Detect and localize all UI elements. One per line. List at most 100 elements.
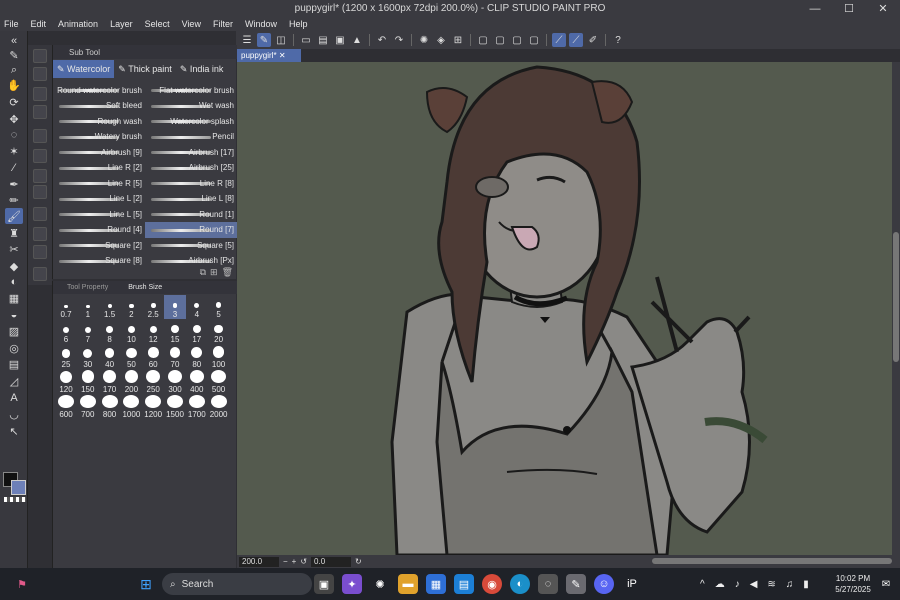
battery-icon[interactable]: ▮ (803, 579, 809, 590)
lasso-icon[interactable]: ◌ (5, 127, 23, 143)
menu-help[interactable]: Help (289, 19, 308, 29)
zoom-in-icon[interactable]: + (292, 557, 297, 566)
menu-select[interactable]: Select (145, 19, 170, 29)
ibis-paint-icon[interactable]: iP (622, 574, 642, 594)
menu-window[interactable]: Window (245, 19, 277, 29)
brush-item[interactable]: Round watercolor brush (53, 82, 145, 98)
volume-icon[interactable]: ♫ (786, 579, 794, 590)
brush-item[interactable]: Round [4] (53, 222, 145, 238)
copilot-icon[interactable]: ✦ (342, 574, 362, 594)
brush-size-option[interactable]: 1000 (120, 395, 142, 419)
panel-icon[interactable] (33, 227, 47, 241)
rotation-field[interactable]: 0.0 (311, 556, 352, 567)
add-subtool-icon[interactable]: ⊞ (210, 267, 218, 279)
decoration-icon[interactable]: ✂ (5, 241, 23, 257)
correct-line-icon[interactable]: ↖ (5, 423, 23, 439)
brush-size-option[interactable]: 1.5 (99, 295, 121, 319)
brush-size-option[interactable]: 1500 (164, 395, 186, 419)
figure-icon[interactable]: ◎ (5, 340, 23, 356)
brush-size-option[interactable]: 1200 (142, 395, 164, 419)
panel-icon[interactable] (33, 185, 47, 199)
brush-size-option[interactable]: 15 (164, 320, 186, 344)
brush-size-option[interactable]: 1 (77, 295, 99, 319)
menu-edit[interactable]: Edit (31, 19, 47, 29)
pen-pressure-icon[interactable]: ✐ (586, 33, 600, 47)
layer-icon[interactable]: ◫ (274, 33, 288, 47)
pen-icon[interactable]: ✎ (5, 47, 23, 63)
gradient-icon[interactable]: ▨ (5, 323, 23, 339)
brush-item[interactable]: Line L [2] (53, 191, 145, 207)
store-icon[interactable]: ▦ (426, 574, 446, 594)
brush-item[interactable]: Round [7] (145, 221, 237, 238)
panel-icon[interactable] (33, 169, 47, 183)
transparent-color-swatch[interactable] (4, 497, 26, 502)
sub-color-swatch[interactable] (11, 480, 26, 495)
help-icon[interactable]: ? (611, 33, 625, 47)
delete-subtool-icon[interactable]: 🗑 (222, 267, 233, 279)
chevron-up-icon[interactable]: ^ (700, 579, 705, 590)
group-watercolor[interactable]: ✎ Watercolor (53, 60, 115, 78)
maximize-button[interactable]: ☐ (832, 0, 866, 17)
taskbar-search[interactable]: ⌕ Search (162, 573, 312, 595)
new-file-icon[interactable]: ▭ (299, 33, 313, 47)
brush-size-option[interactable]: 600 (55, 395, 77, 419)
panel-icon[interactable] (33, 87, 47, 101)
brush-size-option[interactable]: 70 (164, 345, 186, 369)
brush-size-option[interactable]: 800 (99, 395, 121, 419)
brush-item[interactable]: Airbrush [9] (53, 144, 145, 160)
wifi-icon[interactable]: ≋ (767, 579, 775, 590)
frame-icon[interactable]: ▤ (5, 356, 23, 372)
brush-size-option[interactable]: 60 (142, 345, 164, 369)
panel-icon[interactable] (33, 105, 47, 119)
brush-item[interactable]: Square [2] (53, 237, 145, 253)
pencil-icon[interactable]: ✏ (5, 192, 23, 208)
close-button[interactable]: ✕ (866, 0, 900, 17)
brush-size-option[interactable]: 300 (164, 370, 186, 394)
brush-size-option[interactable]: 40 (99, 345, 121, 369)
undo-icon[interactable]: ↶ (375, 33, 389, 47)
text-icon[interactable]: A (5, 390, 23, 406)
tab-tool-property[interactable]: Tool Property (53, 284, 114, 291)
menu-layer[interactable]: Layer (110, 19, 133, 29)
group-thick-paint[interactable]: ✎ Thick paint (114, 60, 176, 78)
brush-item[interactable]: Line L [5] (53, 206, 145, 222)
close-tab-icon[interactable]: ✕ (279, 51, 286, 60)
panel-icon[interactable] (33, 149, 47, 163)
cloud-icon[interactable]: ☁ (715, 579, 725, 590)
brush-size-option[interactable]: 400 (186, 370, 208, 394)
balloon-icon[interactable]: ◡ (5, 406, 23, 422)
brush-icon[interactable]: 🖌 (5, 208, 23, 224)
brush-size-option[interactable]: 2000 (208, 395, 230, 419)
speaker-icon[interactable]: ◀ (750, 579, 758, 590)
brush-size-option[interactable]: 8 (99, 320, 121, 344)
horizontal-scroll-thumb[interactable] (652, 558, 892, 564)
brush-item[interactable]: Watercolor splash (145, 113, 237, 129)
discord-icon[interactable]: ☺ (594, 574, 614, 594)
bucket-icon[interactable]: ◒ (5, 307, 23, 323)
brush-size-option[interactable]: 200 (120, 370, 142, 394)
save-icon[interactable]: ▣ (333, 33, 347, 47)
copy-subtool-icon[interactable]: ⧉ (200, 267, 206, 279)
snap-special-icon[interactable]: ⟋ (569, 33, 583, 47)
loading-icon[interactable]: ✺ (417, 33, 431, 47)
panel-icon[interactable] (33, 207, 47, 221)
notification-icon[interactable]: ✉ (876, 574, 896, 594)
brush-item[interactable]: Airbrush [17] (145, 144, 237, 160)
rotate-left-icon[interactable]: ↺ (300, 557, 307, 566)
panel-icon[interactable] (33, 129, 47, 143)
clip-studio-icon[interactable]: ◌ (538, 574, 558, 594)
brush-size-option[interactable]: 150 (77, 370, 99, 394)
chatgpt-icon[interactable]: ✺ (370, 574, 390, 594)
brush-size-option[interactable]: 80 (186, 345, 208, 369)
brush-size-option[interactable]: 700 (77, 395, 99, 419)
brush-item[interactable]: Line R [5] (53, 175, 145, 191)
menu-file[interactable]: File (4, 19, 19, 29)
brush-item[interactable]: Wet wash (145, 98, 237, 114)
fill-icon[interactable]: ◈ (434, 33, 448, 47)
brush-size-option[interactable]: 10 (120, 320, 142, 344)
task-view-icon[interactable]: ▣ (314, 574, 334, 594)
brush-item[interactable]: Square [5] (145, 237, 237, 253)
brush-size-option[interactable]: 2 (120, 295, 142, 319)
group-india-ink[interactable]: ✎ India ink (176, 60, 228, 78)
brush-size-option[interactable]: 1700 (186, 395, 208, 419)
